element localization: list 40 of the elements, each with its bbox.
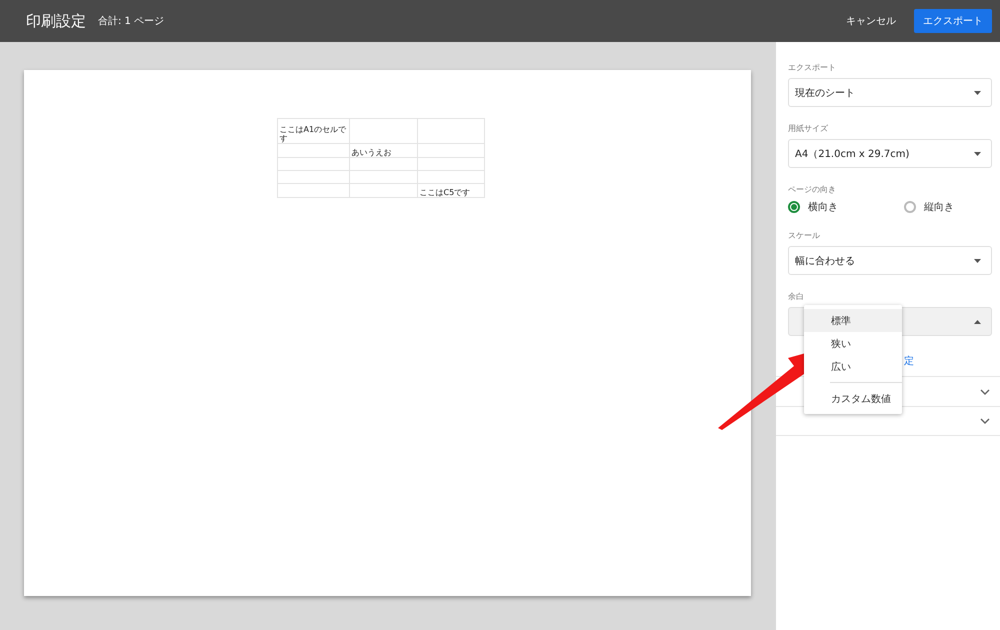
table-cell: [277, 170, 349, 184]
export-select[interactable]: 現在のシート: [788, 78, 992, 107]
table-cell: [277, 184, 349, 198]
caret-icon: [974, 320, 981, 324]
table-cell: [349, 184, 417, 198]
caret-icon: [974, 258, 981, 262]
field-label: 余白: [788, 292, 804, 302]
radio-label: 横向き: [808, 200, 838, 214]
field-label: スケール: [788, 231, 820, 241]
menu-item[interactable]: 広い: [804, 355, 902, 378]
export-button[interactable]: エクスポート: [914, 9, 992, 33]
table-cell: [349, 158, 417, 170]
radio-label: 縦向き: [924, 201, 954, 214]
field-label: エクスポート: [788, 63, 836, 73]
table-cell: [277, 144, 349, 158]
radio-button[interactable]: [788, 201, 800, 213]
paper-size-select[interactable]: A4（21.0cm x 29.7cm): [788, 139, 992, 168]
caret-icon: [974, 90, 981, 94]
caret-icon: [974, 152, 981, 156]
custom-link[interactable]: 定: [904, 354, 914, 368]
table-cell: [349, 170, 417, 184]
cancel-button[interactable]: キャンセル: [840, 8, 902, 34]
table-cell: [417, 170, 484, 184]
menu-item[interactable]: カスタム数値: [804, 387, 902, 410]
table-cell: [277, 158, 349, 170]
table-cell: ここはC5です: [417, 184, 484, 198]
menu-item[interactable]: 標準: [804, 309, 902, 332]
table-cell: ここはA1のセルです: [277, 118, 349, 144]
table-cell: [417, 144, 484, 158]
page-title: 印刷設定: [26, 12, 86, 30]
scale-select[interactable]: 幅に合わせる: [788, 246, 992, 275]
table-cell: [349, 118, 417, 144]
menu-item[interactable]: 狭い: [804, 332, 902, 355]
table-cell: [417, 158, 484, 170]
field-label: ページの向き: [788, 185, 836, 195]
page-count: 合計: 1 ページ: [98, 14, 166, 28]
table-cell: [417, 118, 484, 144]
field-label: 用紙サイズ: [788, 124, 828, 134]
radio-button[interactable]: [904, 201, 916, 213]
table-cell: あいうえお: [349, 144, 417, 158]
